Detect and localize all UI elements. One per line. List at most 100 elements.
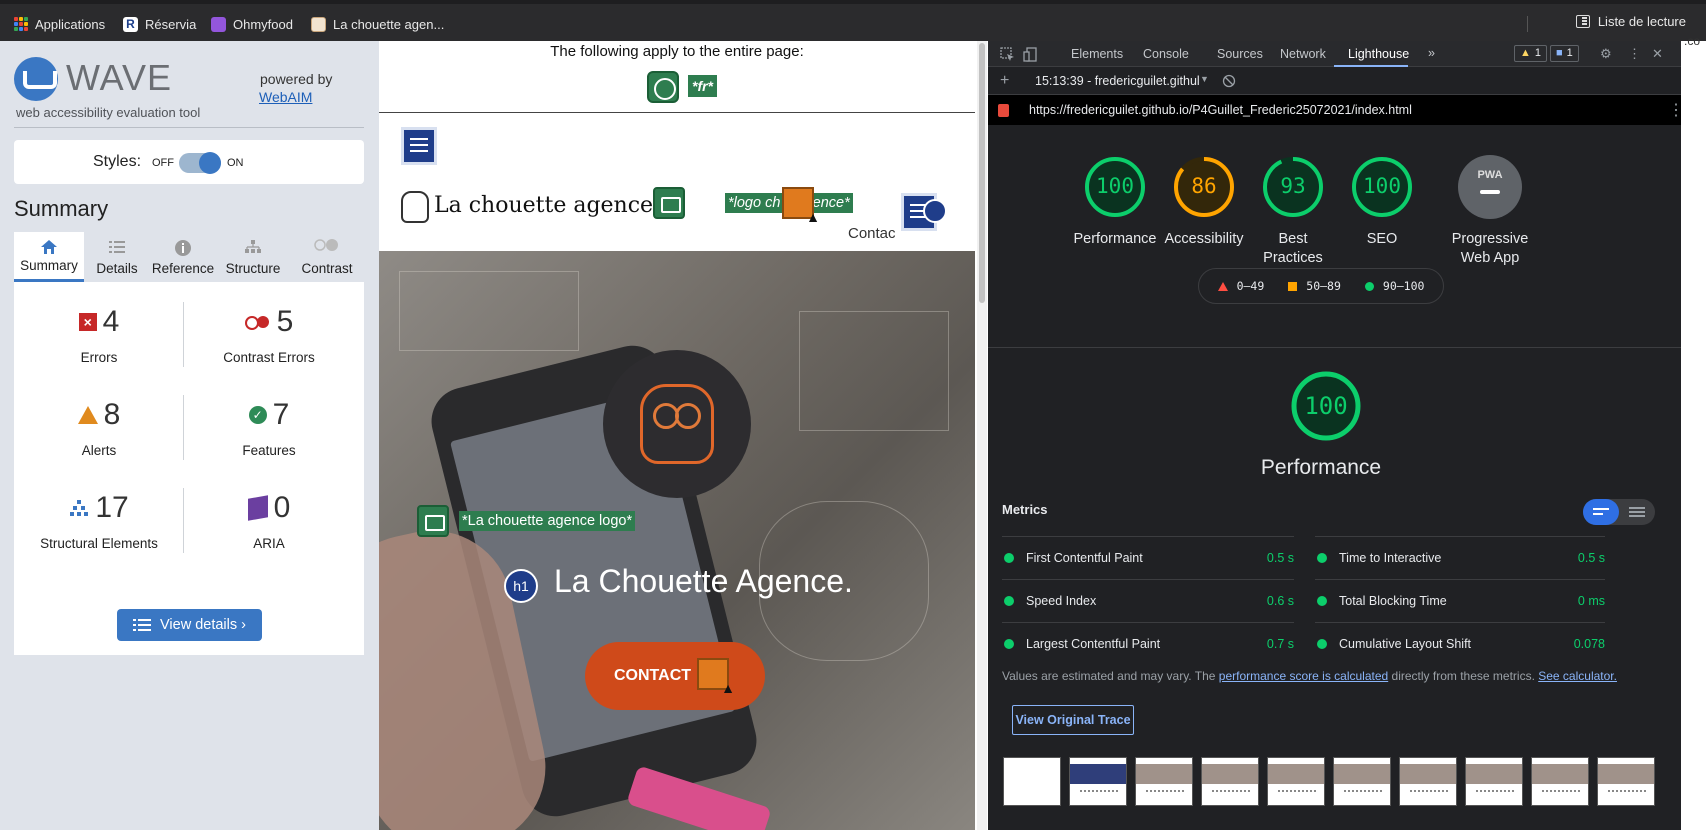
structural-stat[interactable]: 17 Structural Elements (14, 468, 184, 558)
metrics-view-toggle[interactable] (1583, 499, 1655, 525)
gauge-accessibility[interactable]: 86 Accessibility (1159, 155, 1249, 249)
feature-check-icon: ✓ (248, 406, 267, 424)
bookmark-chouette[interactable]: La chouette agen... (311, 14, 444, 34)
filmstrip (1003, 757, 1655, 806)
tab-elements[interactable]: Elements (1071, 47, 1123, 61)
webaim-link[interactable]: WebAIM (259, 89, 312, 105)
expanded-view-icon[interactable] (1629, 507, 1645, 517)
tab-label: Contrast (301, 261, 353, 276)
gauge-label: SEO (1366, 231, 1398, 247)
dropdown-caret-icon[interactable]: ▼ (1200, 74, 1209, 84)
device-toolbar-icon[interactable] (1023, 47, 1038, 62)
contrast-errors-label: Contrast Errors (223, 350, 315, 365)
site-brand: La chouette agence (434, 193, 654, 218)
reading-list-button[interactable]: Liste de lecture (1575, 14, 1686, 29)
average-square-icon (1288, 281, 1298, 291)
scrollbar-thumb[interactable] (979, 43, 985, 303)
score-calculation-link[interactable]: performance score is calculated (1219, 669, 1388, 683)
metric-row: Cumulative Layout Shift 0.078 (1315, 622, 1605, 664)
legend-average: 50–89 (1288, 279, 1341, 293)
compact-view-icon (1593, 508, 1609, 515)
redundant-link-alert-icon[interactable] (782, 187, 820, 225)
alerts-stat[interactable]: 8 Alerts (14, 375, 184, 465)
messages-badge[interactable]: ■ 1 (1550, 45, 1579, 62)
background-window-text: .co (1684, 34, 1701, 48)
thumb-hero (1334, 764, 1390, 784)
performance-score: 100 (1304, 392, 1348, 420)
view-details-button[interactable]: View details › (117, 609, 262, 641)
close-icon[interactable]: ✕ (1652, 46, 1663, 62)
contact-button[interactable]: CONTACT (585, 642, 765, 710)
bookmark-ohmyfood[interactable]: Ohmyfood (211, 14, 293, 34)
page-preview: The following apply to the entire page: … (379, 41, 975, 830)
audited-url[interactable]: https://fredericguilet.github.io/P4Guill… (1029, 103, 1412, 117)
hero-sketch (799, 311, 949, 431)
tab-details[interactable]: Details (84, 232, 150, 282)
thumb-hero (1268, 764, 1324, 784)
tab-label: Reference (151, 261, 215, 276)
styles-label: Styles: (93, 153, 142, 170)
styles-toggle[interactable] (179, 152, 221, 174)
reading-list-icon (1575, 15, 1590, 28)
aria-label: ARIA (253, 536, 285, 551)
new-report-button[interactable]: + (1000, 72, 1009, 90)
gauge-seo[interactable]: 100 SEO (1337, 155, 1427, 249)
report-select[interactable]: 15:13:39 - fredericguilet.githul (1035, 74, 1200, 88)
tab-reference[interactable]: Reference (150, 232, 216, 282)
tab-console[interactable]: Console (1143, 47, 1189, 61)
linked-image-icon[interactable] (653, 187, 685, 219)
language-globe-icon[interactable] (647, 71, 679, 103)
score-value: 100 (1363, 174, 1401, 198)
features-stat[interactable]: ✓ 7 Features (184, 375, 354, 465)
see-calculator-link[interactable]: See calculator. (1538, 669, 1617, 683)
image-icon[interactable] (417, 505, 449, 537)
thumb-dots (1212, 790, 1250, 798)
header-region-icon[interactable] (401, 127, 437, 165)
warnings-badge[interactable]: ▲ 1 (1514, 45, 1548, 62)
tab-summary[interactable]: Summary (14, 232, 84, 282)
gauge-pwa[interactable]: PWA Progressive Web App (1445, 155, 1535, 268)
bookmark-reservia[interactable]: R Réservia (123, 14, 196, 34)
tab-contrast[interactable]: Contrast (290, 232, 364, 282)
note-text: directly from these metrics. (1388, 669, 1539, 683)
bookmark-applications[interactable]: Applications (14, 14, 105, 34)
summary-heading: Summary (14, 196, 109, 221)
aria-cube-icon (247, 495, 268, 521)
clear-icon[interactable] (1222, 74, 1236, 88)
more-options-icon[interactable]: ⋮ (1628, 46, 1641, 62)
tab-lighthouse[interactable]: Lighthouse (1348, 47, 1409, 61)
more-tabs-icon[interactable]: » (1428, 46, 1435, 60)
h1-badge-icon[interactable]: h1 (504, 569, 538, 603)
inspect-element-icon[interactable] (1000, 47, 1015, 62)
gauge-best-practices[interactable]: 93 Best Practices (1248, 155, 1338, 268)
preview-scrollbar[interactable] (977, 41, 987, 830)
legend-label: 50–89 (1306, 279, 1341, 293)
view-original-trace-button[interactable]: View Original Trace (1012, 705, 1134, 735)
tab-sources[interactable]: Sources (1217, 47, 1263, 61)
contact-button-label: CONTACT (614, 667, 692, 684)
list-structure-icon[interactable] (923, 199, 947, 223)
contact-alert-icon[interactable] (697, 658, 735, 696)
contrast-errors-stat[interactable]: 5 Contrast Errors (184, 282, 354, 372)
score-value: 86 (1191, 174, 1217, 198)
thumb-hero (1532, 764, 1588, 784)
filmstrip-frame (1597, 757, 1655, 806)
structural-label: Structural Elements (40, 536, 158, 551)
messages-count: 1 (1566, 47, 1573, 59)
errors-count: 4 (102, 305, 120, 338)
tab-structure[interactable]: Structure (216, 232, 290, 282)
message-icon: ■ (1556, 47, 1563, 59)
gauge-performance[interactable]: 100 Performance (1070, 155, 1160, 249)
language-tag[interactable]: *fr* (688, 75, 718, 97)
metric-row: First Contentful Paint 0.5 s (1002, 536, 1294, 578)
errors-stat[interactable]: × 4 Errors (14, 282, 184, 372)
tab-network[interactable]: Network (1280, 47, 1326, 61)
wave-subtitle: web accessibility evaluation tool (16, 105, 201, 120)
nav-contact-link[interactable]: Contac (848, 225, 896, 242)
compact-view-button[interactable] (1583, 499, 1619, 525)
filmstrip-frame (1531, 757, 1589, 806)
thumb-hero (1070, 764, 1126, 784)
settings-gear-icon[interactable]: ⚙ (1600, 46, 1612, 62)
aria-stat[interactable]: 0 ARIA (184, 468, 354, 558)
pwa-badge-text: PWA (1477, 169, 1503, 181)
